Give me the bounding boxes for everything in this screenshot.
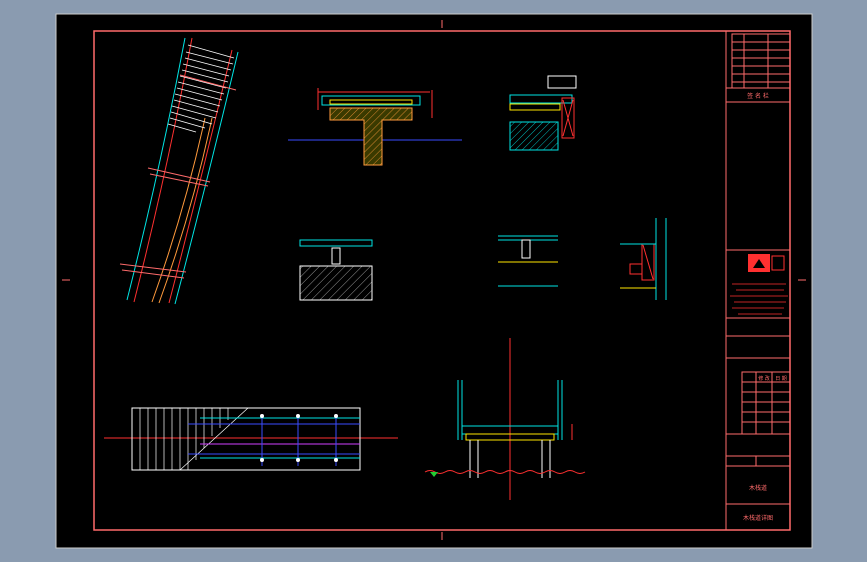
drawing-title: 木栈道详图 — [743, 514, 773, 522]
cad-viewport[interactable]: 签 名 栏 修 改 日 期 木栈道 木栈道详图 — [0, 0, 867, 562]
sheet-number: 木栈道 — [749, 484, 767, 492]
revision-header-b: 日 期 — [775, 376, 787, 382]
signature-label: 签 名 栏 — [747, 92, 769, 100]
revision-header-a: 修 改 — [758, 375, 770, 382]
drawing-sheet — [55, 13, 813, 549]
